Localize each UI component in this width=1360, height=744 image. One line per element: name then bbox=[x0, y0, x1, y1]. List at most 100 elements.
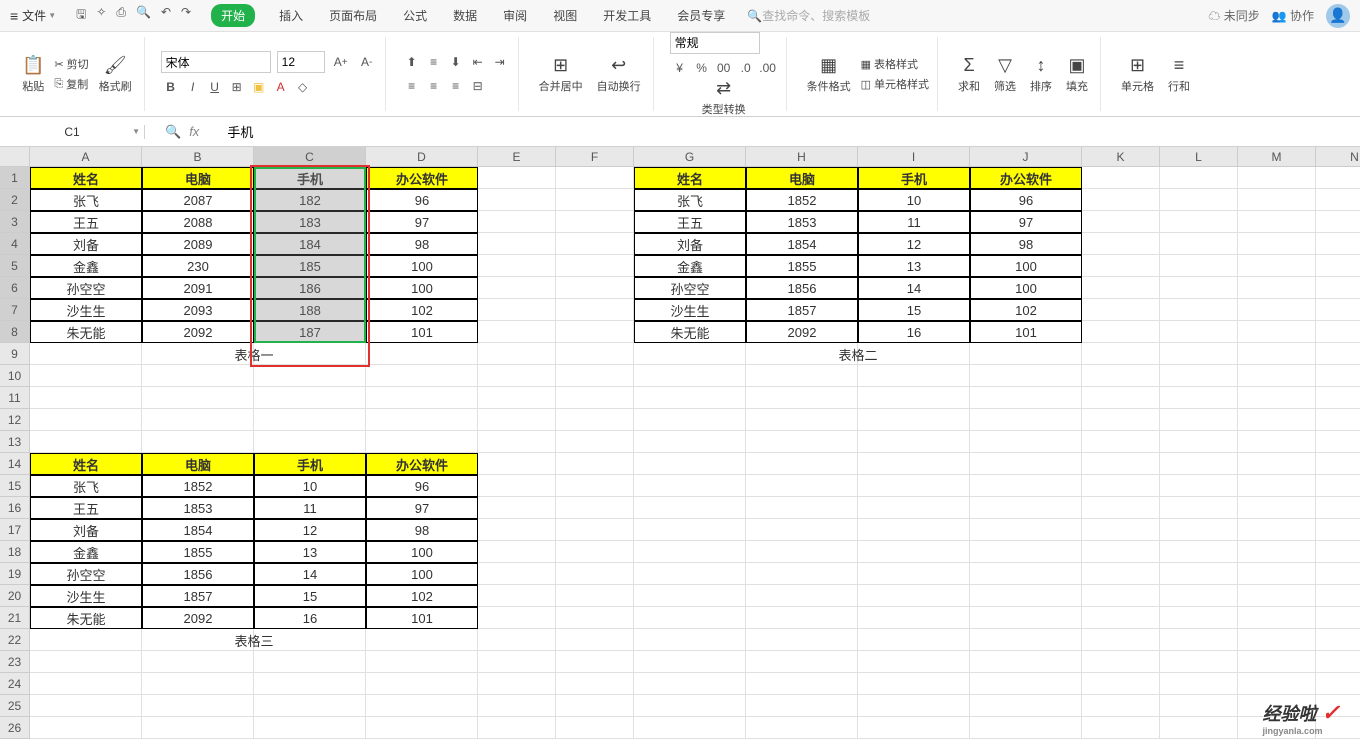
cell-H7[interactable]: 1857 bbox=[746, 299, 858, 321]
cell-C15[interactable]: 10 bbox=[254, 475, 366, 497]
cell-J26[interactable] bbox=[970, 717, 1082, 739]
cell-M14[interactable] bbox=[1238, 453, 1316, 475]
cell-M7[interactable] bbox=[1238, 299, 1316, 321]
cell-F4[interactable] bbox=[556, 233, 634, 255]
cell-M2[interactable] bbox=[1238, 189, 1316, 211]
cell-H15[interactable] bbox=[746, 475, 858, 497]
cell-I12[interactable] bbox=[858, 409, 970, 431]
cell-I17[interactable] bbox=[858, 519, 970, 541]
cell-I8[interactable]: 16 bbox=[858, 321, 970, 343]
cell-K17[interactable] bbox=[1082, 519, 1160, 541]
cell-C19[interactable]: 14 bbox=[254, 563, 366, 585]
col-header-J[interactable]: J bbox=[970, 147, 1082, 167]
cell-D13[interactable] bbox=[366, 431, 478, 453]
cell-C3[interactable]: 183 bbox=[254, 211, 366, 233]
cell-D20[interactable]: 102 bbox=[366, 585, 478, 607]
number-format-select[interactable] bbox=[670, 32, 760, 54]
cell-F6[interactable] bbox=[556, 277, 634, 299]
cell-H19[interactable] bbox=[746, 563, 858, 585]
cell-B7[interactable]: 2093 bbox=[142, 299, 254, 321]
cell-A24[interactable] bbox=[30, 673, 142, 695]
cell-N8[interactable] bbox=[1316, 321, 1360, 343]
cell-K25[interactable] bbox=[1082, 695, 1160, 717]
cell-H21[interactable] bbox=[746, 607, 858, 629]
italic-button[interactable]: I bbox=[183, 77, 203, 97]
cell-L9[interactable] bbox=[1160, 343, 1238, 365]
col-header-C[interactable]: C bbox=[254, 147, 366, 167]
cell-M3[interactable] bbox=[1238, 211, 1316, 233]
cell-N23[interactable] bbox=[1316, 651, 1360, 673]
cell-J3[interactable]: 97 bbox=[970, 211, 1082, 233]
cell-K5[interactable] bbox=[1082, 255, 1160, 277]
cell-I2[interactable]: 10 bbox=[858, 189, 970, 211]
cell-N15[interactable] bbox=[1316, 475, 1360, 497]
cell-A7[interactable]: 沙生生 bbox=[30, 299, 142, 321]
cell-H26[interactable] bbox=[746, 717, 858, 739]
cell-J25[interactable] bbox=[970, 695, 1082, 717]
cell-N3[interactable] bbox=[1316, 211, 1360, 233]
cell-M9[interactable] bbox=[1238, 343, 1316, 365]
cell-G5[interactable]: 金鑫 bbox=[634, 255, 746, 277]
cell-I7[interactable]: 15 bbox=[858, 299, 970, 321]
cell-H13[interactable] bbox=[746, 431, 858, 453]
cell-L16[interactable] bbox=[1160, 497, 1238, 519]
cell-G18[interactable] bbox=[634, 541, 746, 563]
comma-icon[interactable]: 00 bbox=[714, 58, 734, 78]
cell-E23[interactable] bbox=[478, 651, 556, 673]
distribute-icon[interactable]: ⊟ bbox=[468, 76, 488, 96]
cell-K13[interactable] bbox=[1082, 431, 1160, 453]
cell-E11[interactable] bbox=[478, 387, 556, 409]
col-header-N[interactable]: N bbox=[1316, 147, 1360, 167]
cell-D19[interactable]: 100 bbox=[366, 563, 478, 585]
cell-B19[interactable]: 1856 bbox=[142, 563, 254, 585]
cell-L20[interactable] bbox=[1160, 585, 1238, 607]
cell-E15[interactable] bbox=[478, 475, 556, 497]
cell-E17[interactable] bbox=[478, 519, 556, 541]
cell-E16[interactable] bbox=[478, 497, 556, 519]
cell-E21[interactable] bbox=[478, 607, 556, 629]
cell-C5[interactable]: 185 bbox=[254, 255, 366, 277]
cell-F26[interactable] bbox=[556, 717, 634, 739]
cell-N2[interactable] bbox=[1316, 189, 1360, 211]
cell-K1[interactable] bbox=[1082, 167, 1160, 189]
cell-G7[interactable]: 沙生生 bbox=[634, 299, 746, 321]
cell-C12[interactable] bbox=[254, 409, 366, 431]
cell-K6[interactable] bbox=[1082, 277, 1160, 299]
cell-B3[interactable]: 2088 bbox=[142, 211, 254, 233]
cell-N12[interactable] bbox=[1316, 409, 1360, 431]
cell-N21[interactable] bbox=[1316, 607, 1360, 629]
cell-G6[interactable]: 孙空空 bbox=[634, 277, 746, 299]
cell-N17[interactable] bbox=[1316, 519, 1360, 541]
cell-L2[interactable] bbox=[1160, 189, 1238, 211]
cell-E8[interactable] bbox=[478, 321, 556, 343]
cell-A8[interactable]: 朱无能 bbox=[30, 321, 142, 343]
cell-K8[interactable] bbox=[1082, 321, 1160, 343]
cell-B1[interactable]: 电脑 bbox=[142, 167, 254, 189]
cell-A17[interactable]: 刘备 bbox=[30, 519, 142, 541]
paste-button[interactable]: 📋 粘贴 bbox=[18, 55, 48, 94]
cell-A22[interactable]: 表格三 bbox=[30, 629, 478, 651]
undo-icon[interactable]: ↶ bbox=[161, 5, 171, 26]
cell-E3[interactable] bbox=[478, 211, 556, 233]
cell-G11[interactable] bbox=[634, 387, 746, 409]
row-header-15[interactable]: 15 bbox=[0, 475, 30, 497]
cell-style-button[interactable]: ◫ 单元格样式 bbox=[861, 76, 929, 92]
table-style-button[interactable]: ▦ 表格样式 bbox=[861, 56, 929, 72]
cell-H12[interactable] bbox=[746, 409, 858, 431]
cell-E14[interactable] bbox=[478, 453, 556, 475]
cell-A15[interactable]: 张飞 bbox=[30, 475, 142, 497]
cell-E9[interactable] bbox=[478, 343, 556, 365]
cell-L19[interactable] bbox=[1160, 563, 1238, 585]
cell-M23[interactable] bbox=[1238, 651, 1316, 673]
cell-D4[interactable]: 98 bbox=[366, 233, 478, 255]
file-menu[interactable]: ≡ 文件 ▼ bbox=[10, 7, 56, 24]
fill-button[interactable]: ▣填充 bbox=[1062, 55, 1092, 94]
cell-F14[interactable] bbox=[556, 453, 634, 475]
cell-K26[interactable] bbox=[1082, 717, 1160, 739]
cell-D10[interactable] bbox=[366, 365, 478, 387]
underline-button[interactable]: U bbox=[205, 77, 225, 97]
cell-J19[interactable] bbox=[970, 563, 1082, 585]
cell-L14[interactable] bbox=[1160, 453, 1238, 475]
row-header-1[interactable]: 1 bbox=[0, 167, 30, 189]
cell-C18[interactable]: 13 bbox=[254, 541, 366, 563]
